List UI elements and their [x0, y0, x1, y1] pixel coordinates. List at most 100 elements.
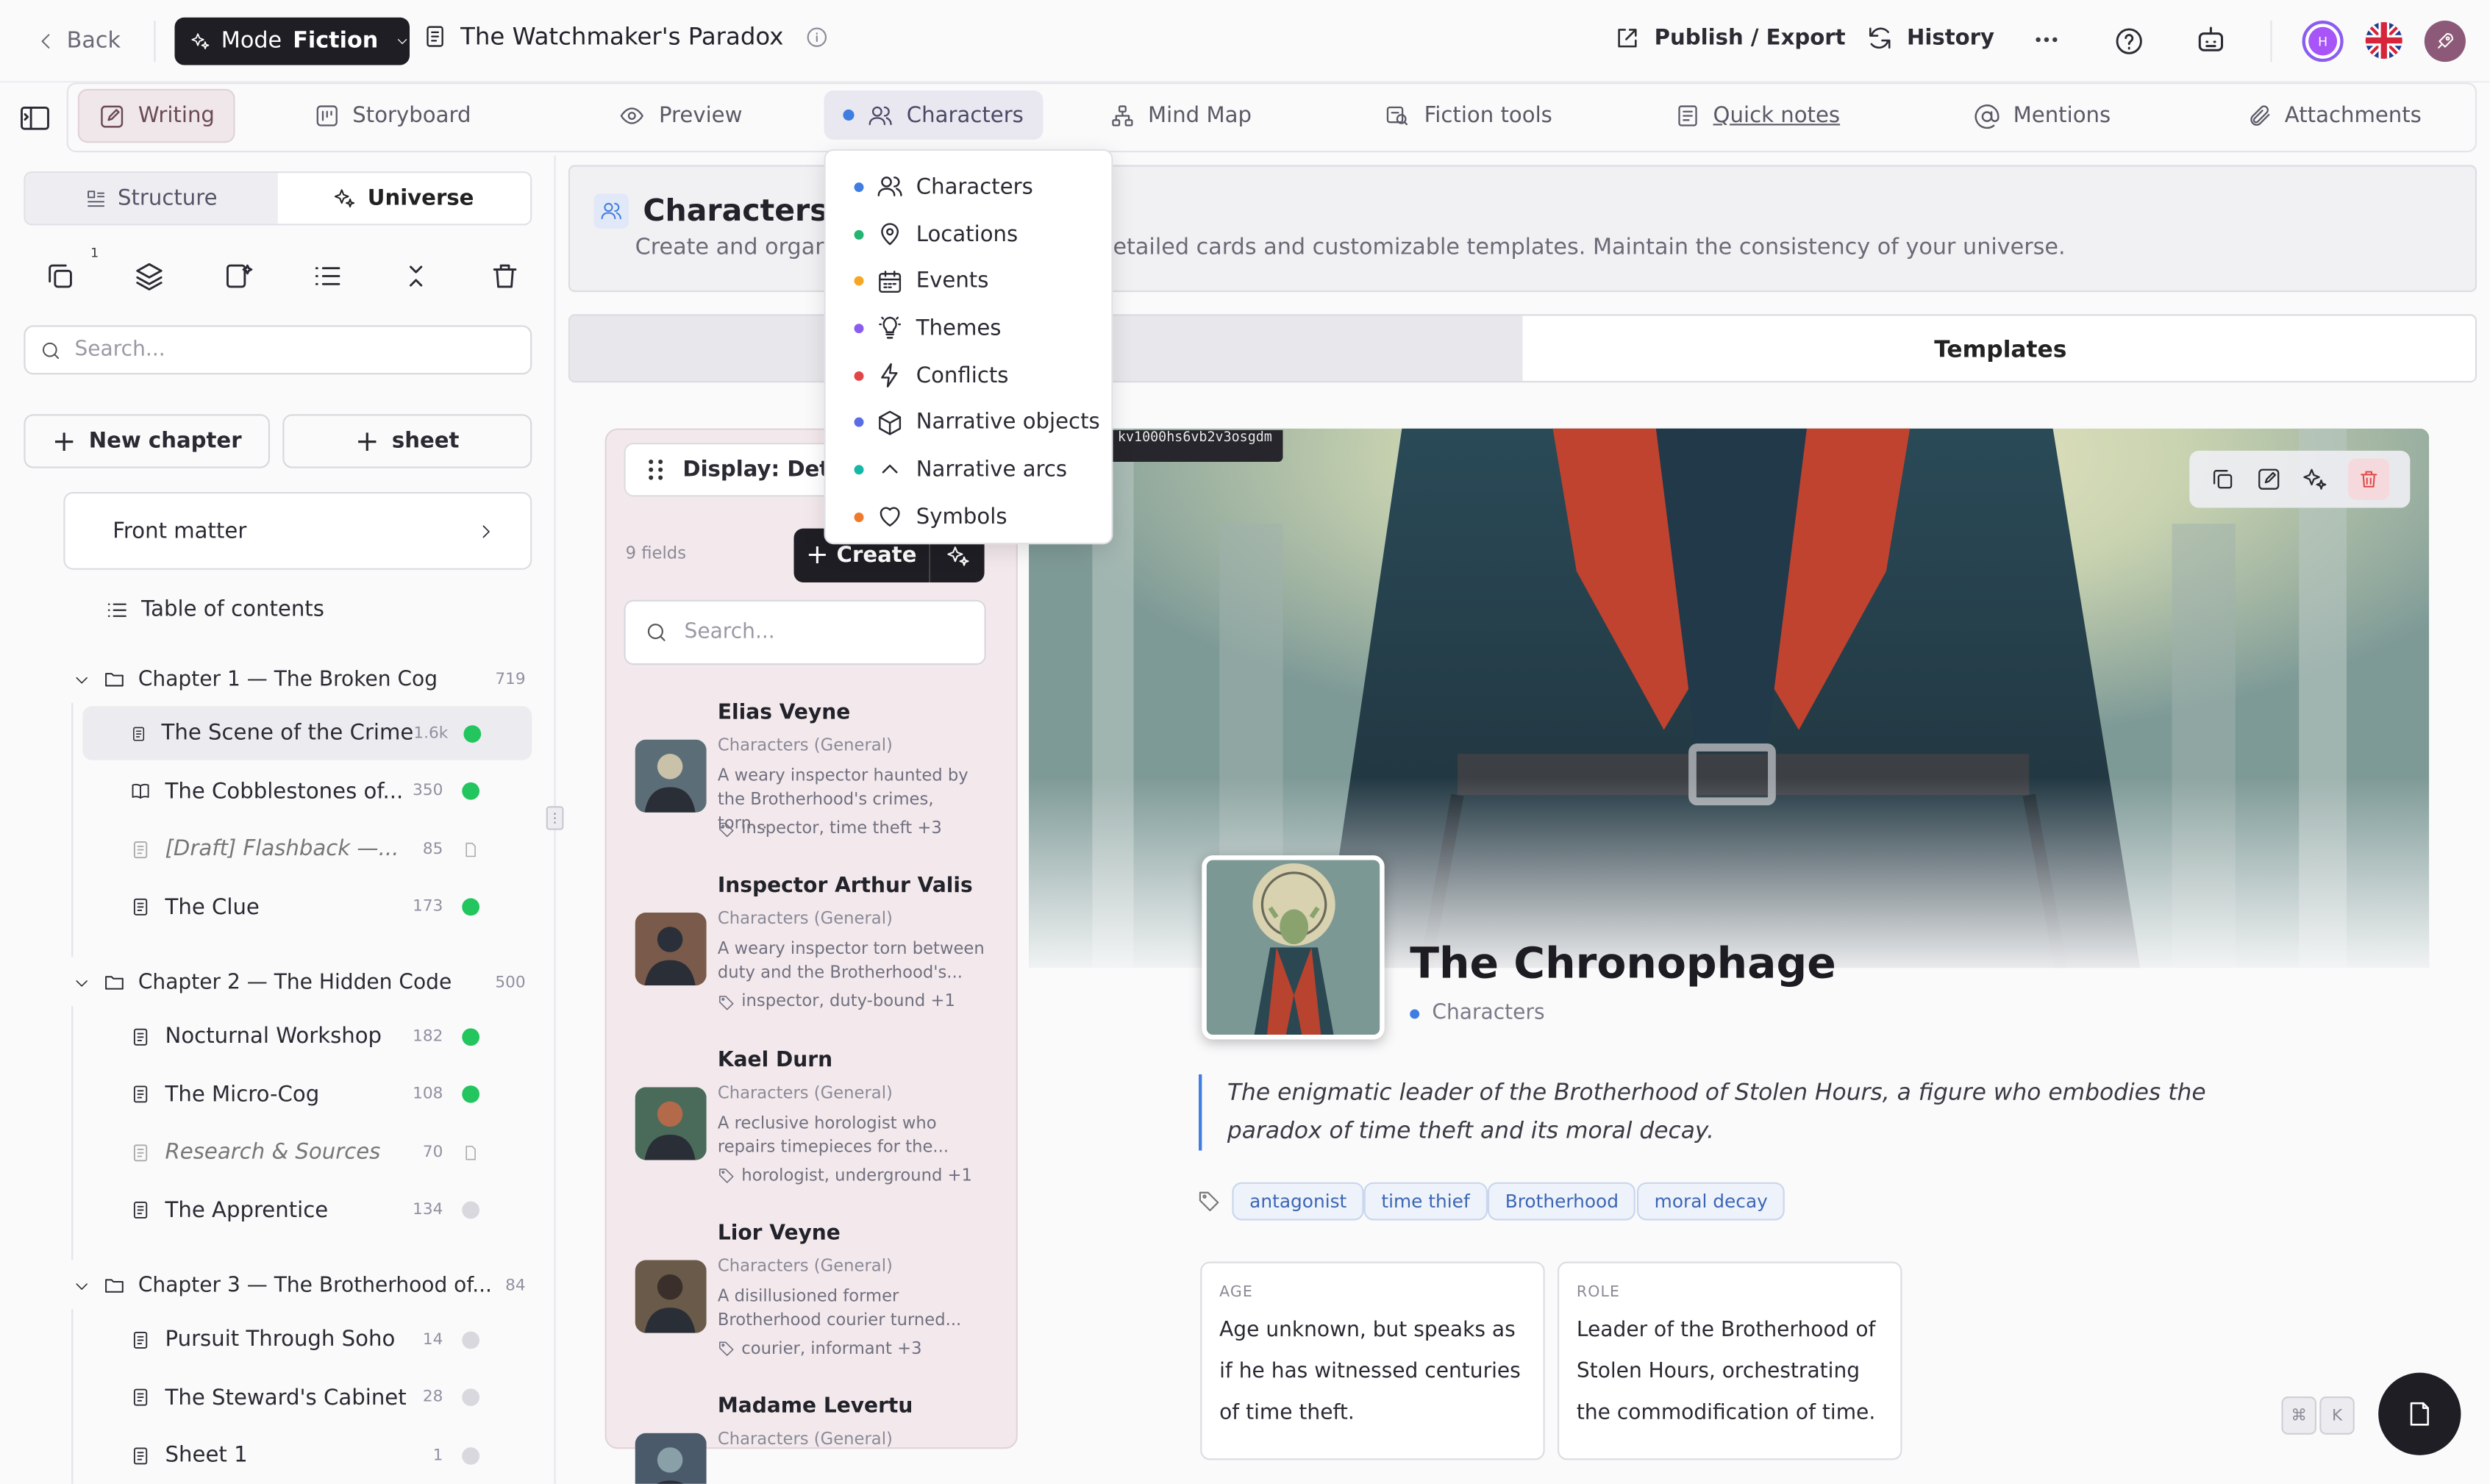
status-dot: [461, 782, 479, 800]
list-item[interactable]: Lior Veyne Characters (General) A disillus…: [635, 1221, 993, 1380]
dropdown-item-themes[interactable]: Themes: [854, 304, 1112, 352]
rocket-icon[interactable]: [2424, 21, 2466, 63]
sheet-row[interactable]: The Clue 173: [82, 880, 532, 934]
chapter-row[interactable]: Chapter 2 — The Hidden Code 500: [73, 966, 526, 998]
history-button[interactable]: History: [1866, 24, 1994, 52]
status-dot: [854, 465, 864, 475]
avatar[interactable]: H: [2302, 21, 2344, 63]
plus-icon: +: [51, 424, 76, 458]
display-mode-button[interactable]: Display: Deta: [624, 443, 846, 497]
avatar: [635, 1433, 707, 1484]
collapse-icon[interactable]: [400, 260, 432, 292]
tag-chip[interactable]: antagonist: [1232, 1182, 1365, 1221]
dropdown-item-events[interactable]: Events: [854, 257, 1112, 304]
tag-icon: [719, 821, 734, 837]
list-item[interactable]: Madame Levertu Characters (General): [635, 1395, 993, 1484]
sheet-row[interactable]: The Micro-Cog 108: [82, 1067, 532, 1121]
chapter-row[interactable]: Chapter 3 — The Brotherhood of... 84: [73, 1269, 526, 1301]
status-dot: [854, 512, 864, 522]
tab-mentions[interactable]: Mentions: [1955, 89, 2130, 143]
seg-structure[interactable]: Structure: [25, 173, 278, 224]
trash-icon[interactable]: [489, 260, 521, 292]
tab-writing[interactable]: Writing: [77, 88, 236, 143]
dropdown-item-characters[interactable]: Characters: [854, 163, 1112, 210]
search-input[interactable]: Search...: [74, 338, 165, 362]
status-dot: [1410, 1008, 1420, 1019]
sheet-row[interactable]: The Cobblestones of... 350: [82, 764, 532, 818]
duplicate-icon[interactable]: [2210, 466, 2236, 492]
list-item[interactable]: Elias Veyne Characters (General) A weary i…: [635, 702, 993, 860]
document-title[interactable]: The Watchmaker's Paradox: [422, 22, 830, 51]
chevron-down-icon: [76, 1283, 88, 1289]
new-chapter-button[interactable]: + New chapter: [24, 414, 271, 468]
chapter-row[interactable]: Chapter 1 — The Broken Cog 719: [73, 663, 526, 695]
plus-icon: +: [805, 539, 829, 571]
tab-fiction-tools[interactable]: Fiction tools: [1364, 89, 1572, 143]
page-description-right: etailed cards and customizable templates…: [1113, 235, 2066, 260]
sheet-row[interactable]: Pursuit Through Soho 14: [82, 1313, 532, 1366]
sheet-row[interactable]: The Scene of the Crime 1.6k: [82, 706, 532, 760]
tag-chip[interactable]: moral decay: [1636, 1182, 1786, 1221]
tab-storyboard[interactable]: Storyboard: [296, 89, 490, 143]
document-icon: [427, 26, 443, 47]
layers-icon[interactable]: [133, 260, 165, 292]
tag-chip[interactable]: Brotherhood: [1487, 1182, 1636, 1221]
dropdown-item-conflicts[interactable]: Conflicts: [854, 352, 1112, 399]
tab-characters[interactable]: Characters: [824, 90, 1043, 140]
list-item[interactable]: Kael Durn Characters (General) A reclusive…: [635, 1049, 993, 1207]
more-icon[interactable]: [2033, 26, 2061, 54]
resize-handle[interactable]: ⋮: [546, 806, 564, 830]
copy-icon[interactable]: [44, 260, 76, 292]
list-icon[interactable]: [311, 260, 343, 292]
back-button[interactable]: Back: [35, 22, 121, 60]
delete-button[interactable]: [2348, 458, 2391, 500]
sheet-row[interactable]: Nocturnal Workshop 182: [82, 1009, 532, 1063]
dropdown-item-narrative-arcs[interactable]: Narrative arcs: [854, 446, 1112, 493]
toggle-sidebar-icon[interactable]: [19, 104, 51, 132]
search-input[interactable]: Search...: [685, 621, 775, 644]
tab-templates[interactable]: Templates: [1522, 315, 2475, 381]
robot-icon[interactable]: [2194, 24, 2227, 57]
list-search[interactable]: Search...: [624, 599, 986, 666]
dropdown-item-narrative-objects[interactable]: Narrative objects: [854, 399, 1112, 446]
at-sign-icon: [1974, 104, 2000, 129]
new-sheet-button[interactable]: + sheet: [282, 414, 532, 468]
tab-quick-notes[interactable]: Quick notes: [1656, 89, 1859, 143]
publish-export-button[interactable]: Publish / Export: [1613, 24, 1846, 52]
users-icon: [593, 193, 629, 229]
dropdown-item-locations[interactable]: Locations: [854, 210, 1112, 257]
sheet-row[interactable]: Research & Sources 70: [82, 1125, 532, 1179]
status-dot: [854, 371, 864, 381]
mode-dropdown[interactable]: Mode Fiction: [174, 17, 410, 65]
sheet-row[interactable]: The Apprentice 134: [82, 1183, 532, 1237]
edit-icon[interactable]: [2256, 466, 2282, 492]
ai-sparkles-icon[interactable]: [2302, 466, 2328, 492]
tab-mind-map[interactable]: Mind Map: [1091, 89, 1271, 143]
magic-note-icon[interactable]: [222, 260, 254, 292]
draft-file-icon: [465, 842, 475, 857]
field-card-role[interactable]: ROLE Leader of the Brotherhood of Stolen …: [1557, 1261, 1902, 1460]
info-icon[interactable]: [806, 24, 830, 48]
sheet-row[interactable]: [Draft] Flashback —... 85: [82, 822, 532, 876]
sheet-row[interactable]: Sheet 11: [82, 1429, 532, 1483]
ai-sparkles-icon[interactable]: [930, 543, 984, 567]
folder-icon: [105, 976, 124, 990]
tab-attachments[interactable]: Attachments: [2227, 89, 2441, 143]
tab-preview[interactable]: Preview: [599, 89, 761, 143]
new-document-button[interactable]: [2378, 1372, 2461, 1455]
help-icon[interactable]: [2113, 26, 2145, 57]
front-matter[interactable]: Front matter: [63, 491, 532, 570]
chevron-down-icon: [76, 676, 88, 683]
character-category: Characters: [1410, 1002, 1545, 1025]
list-item[interactable]: Inspector Arthur Valis Characters (Genera…: [635, 875, 993, 1034]
chevron-left-icon: [41, 34, 50, 49]
seg-universe[interactable]: Universe: [277, 173, 531, 224]
tag-chip[interactable]: time thief: [1363, 1182, 1488, 1221]
dropdown-item-symbols[interactable]: Symbols: [854, 493, 1112, 541]
chevron-right-icon: [482, 524, 490, 538]
sheet-row[interactable]: The Steward's Cabinet 28: [82, 1371, 532, 1424]
uk-flag-icon[interactable]: [2364, 21, 2404, 60]
table-of-contents[interactable]: Table of contents: [104, 596, 324, 622]
sidebar-search[interactable]: Search...: [24, 325, 532, 375]
field-card-age[interactable]: AGE Age unknown, but speaks as if he has …: [1200, 1261, 1545, 1460]
